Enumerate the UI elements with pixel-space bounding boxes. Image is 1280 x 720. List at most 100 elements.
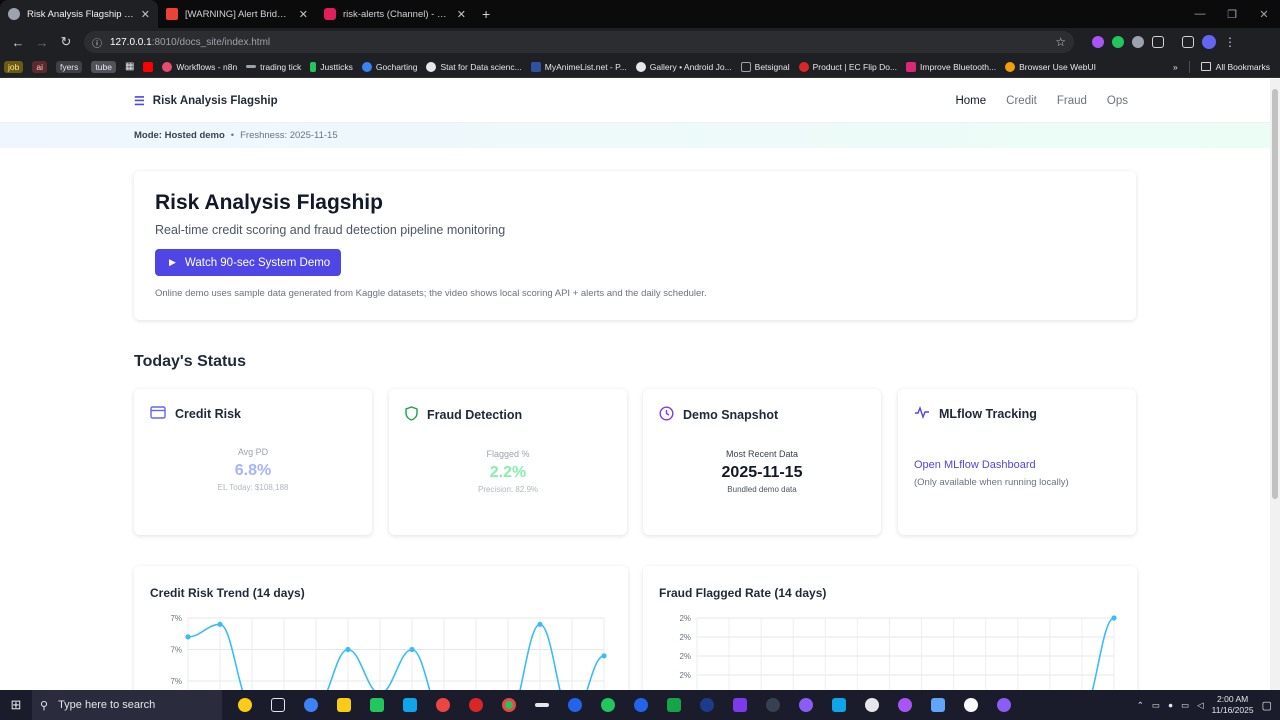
- edge-icon[interactable]: [300, 694, 322, 716]
- app-icon[interactable]: [795, 694, 817, 716]
- obs-icon[interactable]: [762, 694, 784, 716]
- close-tab-icon[interactable]: ✕: [299, 8, 308, 21]
- side-panel-icon[interactable]: [1182, 36, 1194, 48]
- copilot-icon[interactable]: [234, 694, 256, 716]
- bookmark-folder[interactable]: tube: [91, 60, 116, 73]
- file-explorer-icon[interactable]: [333, 694, 355, 716]
- bookmark-item[interactable]: Gocharting: [361, 61, 417, 72]
- bookmark-item[interactable]: Browser Use WebUI: [1005, 61, 1096, 72]
- capcut-icon[interactable]: [531, 694, 553, 716]
- app-icon[interactable]: [927, 694, 949, 716]
- mail-icon[interactable]: [399, 694, 421, 716]
- taskbar-search[interactable]: ⚲ Type here to search: [32, 690, 222, 720]
- y-tick-label: 2%: [679, 633, 691, 642]
- close-tab-icon[interactable]: ✕: [141, 8, 150, 21]
- all-bookmarks-link[interactable]: All Bookmarks: [1216, 62, 1270, 72]
- battery-icon[interactable]: ▭: [1181, 700, 1189, 711]
- data-point[interactable]: [1111, 615, 1117, 621]
- browser-tab-alert[interactable]: [WARNING] Alert Bridge — Tes ✕: [158, 0, 316, 28]
- whatsapp-icon[interactable]: [597, 694, 619, 716]
- scrollbar-thumb[interactable]: [1272, 89, 1278, 499]
- extension-icon[interactable]: [1092, 36, 1104, 48]
- bookmark-folder[interactable]: ai: [32, 60, 47, 73]
- maximize-icon[interactable]: ❐: [1216, 0, 1248, 28]
- bookmark-item[interactable]: Justticks: [310, 61, 353, 72]
- nav-fraud[interactable]: Fraud: [1057, 95, 1087, 107]
- close-window-icon[interactable]: ✕: [1248, 0, 1280, 28]
- y-tick-label: 2%: [679, 652, 691, 661]
- close-tab-icon[interactable]: ✕: [457, 8, 466, 21]
- chevron-up-icon[interactable]: ⌃: [1137, 700, 1144, 711]
- bookmark-youtube[interactable]: [143, 61, 154, 72]
- data-point[interactable]: [185, 634, 191, 640]
- excel-icon[interactable]: [663, 694, 685, 716]
- site-info-icon[interactable]: ⓘ: [92, 35, 102, 50]
- bookmark-item[interactable]: Workflows - n8n: [162, 61, 237, 72]
- activity-icon: [914, 405, 930, 422]
- data-point[interactable]: [601, 653, 607, 659]
- data-point[interactable]: [537, 621, 543, 627]
- forward-icon[interactable]: →: [30, 30, 54, 54]
- zoom-icon[interactable]: [630, 694, 652, 716]
- browser-tab-slack[interactable]: risk-alerts (Channel) - Risk Anal ✕: [316, 0, 474, 28]
- mlflow-dashboard-link[interactable]: Open MLflow Dashboard: [914, 459, 1120, 471]
- app-icon[interactable]: [993, 694, 1015, 716]
- page-scrollbar[interactable]: [1270, 79, 1280, 690]
- menu-kebab-icon[interactable]: ⋮: [1224, 35, 1236, 49]
- data-point[interactable]: [345, 646, 351, 653]
- fraud-rate-chart: 2% 2% 2% 2%: [679, 614, 1117, 690]
- bookmark-item[interactable]: MyAnimeList.net - P...: [530, 61, 627, 72]
- opera-icon[interactable]: [465, 694, 487, 716]
- puzzle-icon[interactable]: [1152, 36, 1164, 48]
- bookmark-star-icon[interactable]: ☆: [1055, 35, 1066, 49]
- bookmark-item[interactable]: Stat for Data scienc...: [426, 61, 522, 72]
- reload-icon[interactable]: ↻: [54, 30, 78, 54]
- bookmark-item[interactable]: Product | EC Flip Do...: [798, 61, 897, 72]
- bookmark-item[interactable]: Betsignal: [740, 61, 790, 72]
- site-brand[interactable]: ☰ Risk Analysis Flagship: [134, 94, 278, 108]
- watch-demo-button[interactable]: ▶ Watch 90-sec System Demo: [155, 249, 342, 276]
- app-icon[interactable]: [564, 694, 586, 716]
- data-point[interactable]: [409, 646, 415, 653]
- bookmark-item[interactable]: trading tick: [246, 62, 301, 72]
- bookmark-item[interactable]: Gallery • Android Jo...: [635, 61, 732, 72]
- volume-icon[interactable]: ◁: [1197, 700, 1204, 711]
- app-icon[interactable]: [729, 694, 751, 716]
- windows-start-icon[interactable]: ⊞: [0, 690, 32, 720]
- task-view-icon[interactable]: [267, 694, 289, 716]
- brave-icon[interactable]: [432, 694, 454, 716]
- card-title: MLflow Tracking: [939, 407, 1037, 421]
- minimize-icon[interactable]: —: [1184, 0, 1216, 28]
- shield-extension-icon[interactable]: [1112, 36, 1124, 48]
- app-icon[interactable]: [861, 694, 883, 716]
- bookmark-folder[interactable]: job: [4, 60, 24, 73]
- network-icon[interactable]: ▭: [1152, 700, 1160, 711]
- microphone-icon[interactable]: ●: [1168, 700, 1173, 710]
- profile-avatar[interactable]: [1202, 35, 1216, 49]
- nav-home[interactable]: Home: [955, 95, 986, 107]
- chrome-icon[interactable]: [498, 694, 520, 716]
- url-field[interactable]: ⓘ 127.0.0.1:8010/docs_site/index.html ☆: [84, 31, 1074, 53]
- bookmark-item[interactable]: Improve Bluetooth...: [906, 61, 996, 72]
- clock[interactable]: 2:00 AM 11/16/2025: [1212, 694, 1254, 716]
- data-point[interactable]: [217, 621, 223, 627]
- apps-grid-icon[interactable]: ▦: [125, 61, 134, 72]
- app-icon[interactable]: [960, 694, 982, 716]
- github-desktop-icon[interactable]: [894, 694, 916, 716]
- nav-ops[interactable]: Ops: [1107, 95, 1128, 107]
- bookmark-folder[interactable]: fyers: [55, 60, 83, 73]
- back-icon[interactable]: ←: [6, 30, 30, 54]
- taskbar: ⊞ ⚲ Type here to search ⌃ ▭ ● ▭ ◁ 2:00 A…: [0, 690, 1280, 720]
- browser-tab-home[interactable]: Risk Analysis Flagship — Home ✕: [0, 0, 158, 28]
- metric-value: 2.2%: [489, 464, 527, 481]
- nav-credit[interactable]: Credit: [1006, 95, 1037, 107]
- gear-extension-icon[interactable]: [1132, 36, 1144, 48]
- mlflow-card: MLflow Tracking Open MLflow Dashboard (O…: [898, 389, 1136, 535]
- vscode-icon[interactable]: [828, 694, 850, 716]
- calculator-icon[interactable]: [366, 694, 388, 716]
- new-tab-button[interactable]: +: [474, 0, 498, 28]
- steam-icon[interactable]: [696, 694, 718, 716]
- bookmark-label: Justticks: [320, 61, 353, 72]
- notification-icon[interactable]: ▢: [1262, 699, 1272, 712]
- chevron-right-icon[interactable]: »: [1173, 62, 1178, 72]
